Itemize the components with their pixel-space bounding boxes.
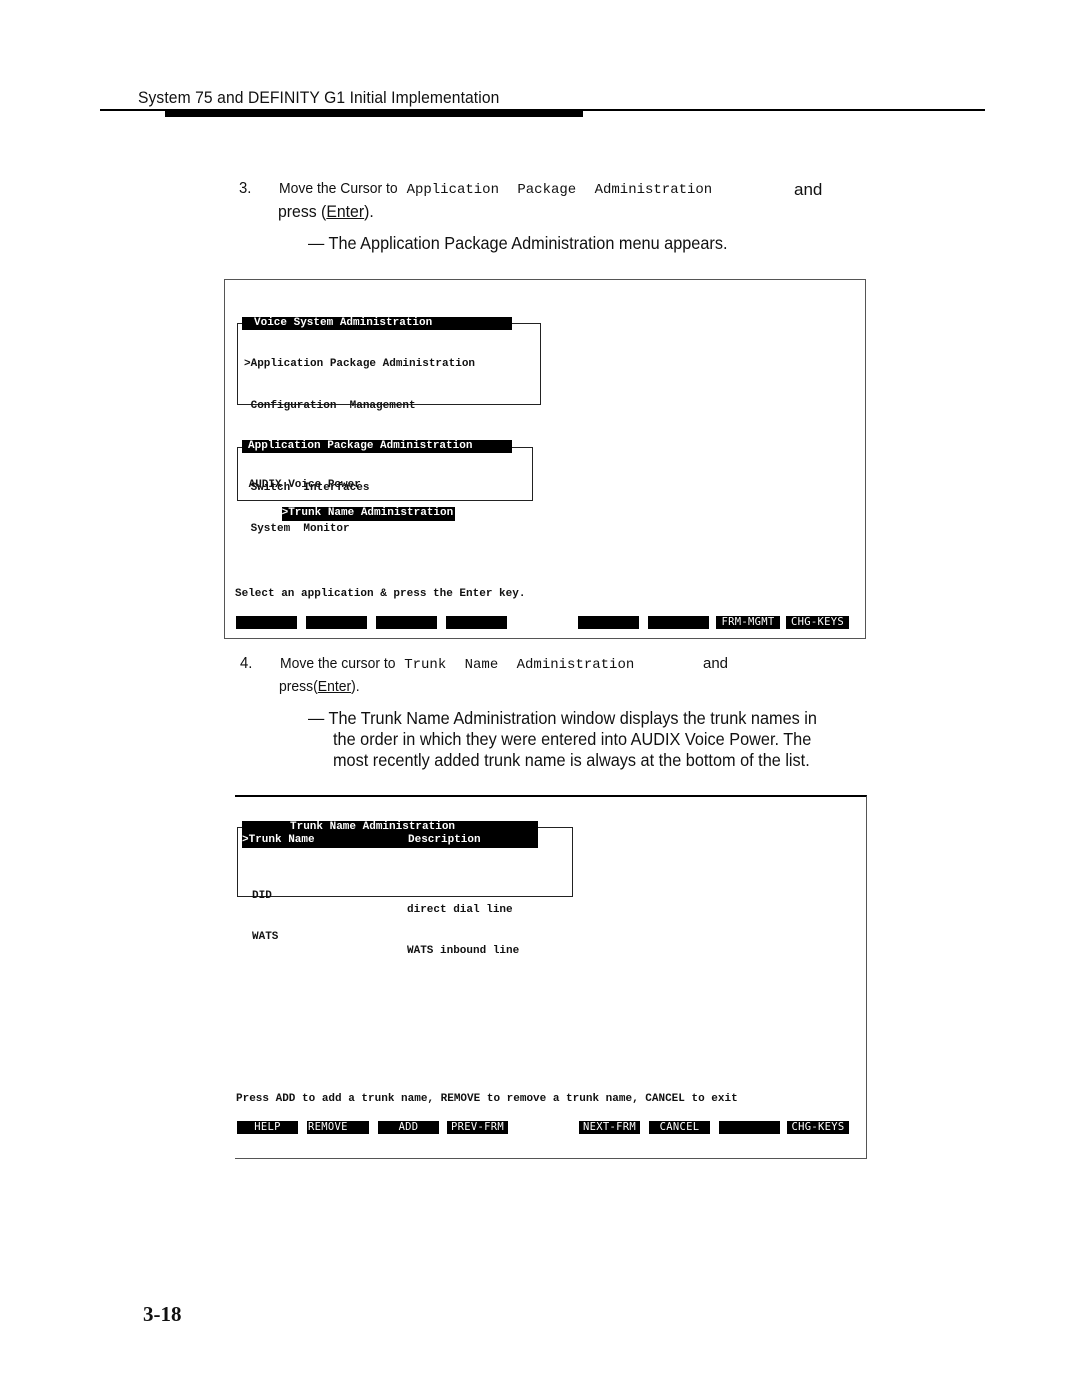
voice-system-admin-menu: Voice System Administration >Application… xyxy=(237,317,541,535)
function-key-bar: FRM-MGMT CHG-KEYS xyxy=(236,616,851,630)
running-header-title: System 75 and DEFINITY G1 Initial Implem… xyxy=(138,88,500,107)
step-line2-suffix: ). xyxy=(364,202,374,221)
submenu-item-selected[interactable]: >Trunk Name Administration xyxy=(281,506,456,521)
cancel-key[interactable]: CANCEL xyxy=(649,1121,710,1134)
function-key-5[interactable] xyxy=(578,616,639,629)
step-number: 3. xyxy=(239,180,252,197)
menu-item[interactable]: Configuration Management xyxy=(244,400,475,414)
frm-mgmt-key[interactable]: FRM-MGMT xyxy=(716,616,780,629)
trunk-name-admin-window: Trunk Name Administration >Trunk Name De… xyxy=(237,821,573,957)
menu-target: Trunk Name Administration xyxy=(404,657,635,673)
status-prompt: Select an application & press the Enter … xyxy=(235,588,526,600)
function-key-2[interactable] xyxy=(306,616,367,629)
application-package-admin-menu: Application Package Administration AUDIX… xyxy=(237,440,533,521)
trunk-description: WATS inbound line xyxy=(407,944,520,957)
step-line2-prefix: press( xyxy=(279,678,318,695)
add-key[interactable]: ADD xyxy=(378,1121,439,1134)
trunk-name: WATS xyxy=(252,931,279,944)
remove-key[interactable]: REMOVE xyxy=(307,1121,369,1134)
next-frm-key[interactable]: NEXT-FRM xyxy=(579,1121,640,1134)
enter-key: Enter xyxy=(317,678,352,695)
window-title-bar: Trunk Name Administration >Trunk Name De… xyxy=(242,821,538,848)
menu-title: Voice System Administration xyxy=(242,317,512,330)
terminal-screen-2: Trunk Name Administration >Trunk Name De… xyxy=(235,795,867,1159)
chg-keys-key[interactable]: CHG-KEYS xyxy=(787,1121,849,1134)
menu-item[interactable]: >Application Package Administration xyxy=(244,358,475,372)
terminal-screen-1: Voice System Administration >Application… xyxy=(224,279,866,639)
window-title: Trunk Name Administration xyxy=(290,821,456,833)
enter-key: Enter xyxy=(326,202,365,221)
step-text: Move the Cursor to xyxy=(279,180,398,197)
step-4-result-line-3: most recently added trunk name is always… xyxy=(333,750,810,770)
step-number: 4. xyxy=(240,655,253,672)
step-text: Move the cursor to xyxy=(280,655,396,672)
step-4-result-line-2: the order in which they were entered int… xyxy=(333,729,812,749)
header-bar xyxy=(165,110,583,117)
help-key[interactable]: HELP xyxy=(237,1121,298,1134)
step-4: 4. Move the cursor to Trunk Name Adminis… xyxy=(240,655,840,700)
function-key-7[interactable] xyxy=(719,1121,780,1134)
running-header: System 75 and DEFINITY G1 Initial Implem… xyxy=(0,86,985,120)
prev-frm-key[interactable]: PREV-FRM xyxy=(447,1121,508,1134)
function-key-bar: HELP REMOVE ADD PREV-FRM NEXT-FRM CANCEL… xyxy=(237,1121,852,1135)
step-3: 3. Move the Cursor to Application Packag… xyxy=(239,180,839,230)
step-text-and: and xyxy=(794,180,823,199)
step-line2: press (Enter). xyxy=(278,202,374,222)
menu-target: Application Package Administration xyxy=(406,182,713,198)
function-key-4[interactable] xyxy=(446,616,507,629)
table-row[interactable]: WATS WATS inbound line xyxy=(252,918,552,957)
table-row[interactable]: DID direct dial line xyxy=(252,876,552,916)
column-header-description[interactable]: Description xyxy=(408,834,481,848)
column-header-trunk-name[interactable]: >Trunk Name xyxy=(242,834,315,848)
page-number: 3-18 xyxy=(143,1302,182,1326)
step-text-and: and xyxy=(703,655,729,672)
step-line2-suffix: ). xyxy=(351,678,360,695)
step-line2-prefix: press ( xyxy=(278,202,327,221)
function-key-6[interactable] xyxy=(648,616,709,629)
chg-keys-key[interactable]: CHG-KEYS xyxy=(786,616,849,629)
function-key-3[interactable] xyxy=(376,616,437,629)
function-key-1[interactable] xyxy=(236,616,297,629)
submenu-item[interactable]: AUDIX Voice Power xyxy=(242,479,455,493)
trunk-description: direct dial line xyxy=(407,903,513,916)
step-3-result: — The Application Package Administration… xyxy=(308,233,728,253)
step-line2: press(Enter). xyxy=(279,678,360,695)
status-prompt: Press ADD to add a trunk name, REMOVE to… xyxy=(236,1093,738,1105)
step-4-result-line-1: — The Trunk Name Administration window d… xyxy=(308,708,817,728)
trunk-name: DID xyxy=(252,890,272,903)
